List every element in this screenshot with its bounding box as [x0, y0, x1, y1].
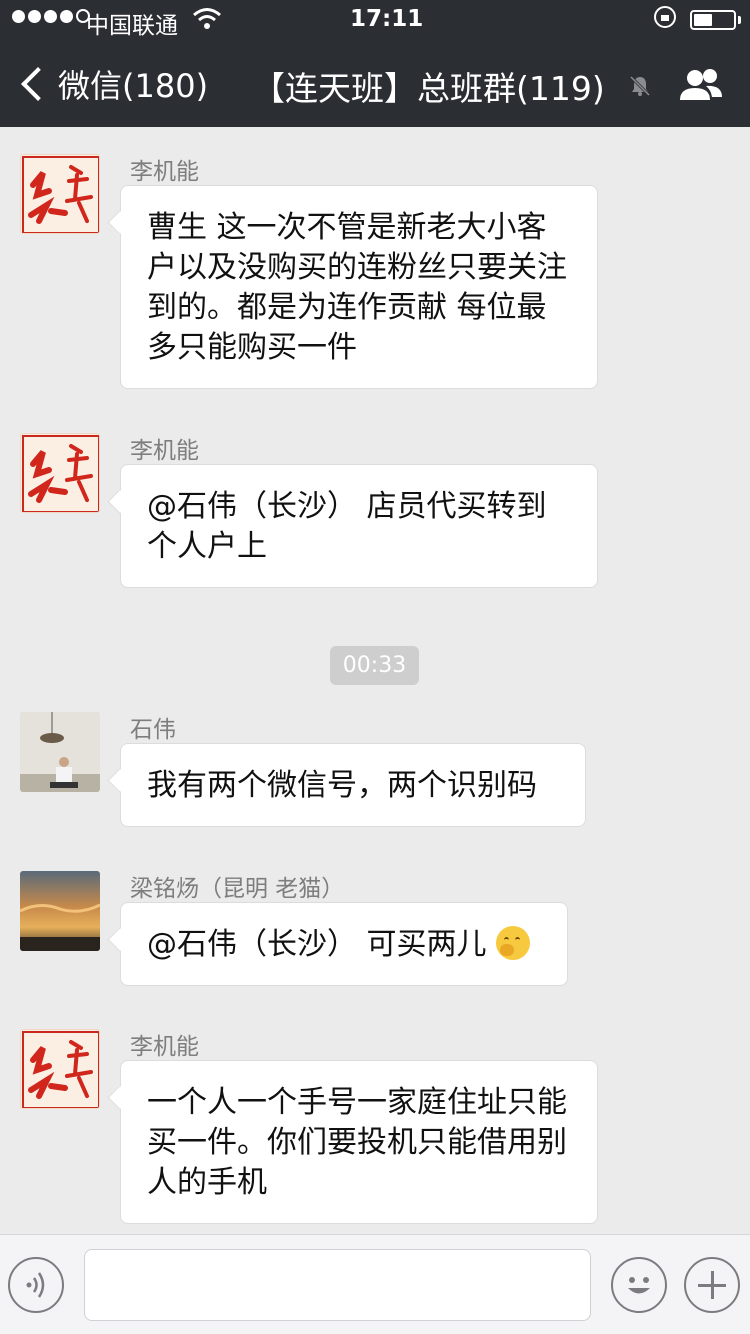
battery-tip [738, 16, 741, 24]
clock: 17:11 [350, 6, 424, 32]
group-members-icon[interactable] [678, 66, 724, 106]
sender-name: 李机能 [130, 438, 199, 464]
message-bubble[interactable]: 我有两个微信号，两个识别码 [120, 743, 586, 827]
emoji-icon [628, 1277, 650, 1294]
chevron-left-icon [21, 67, 55, 101]
sender-name: 梁铭炀（昆明 老猫） [130, 876, 345, 902]
chat-title: 【连天班】总班群(119) [252, 69, 605, 108]
message-text: 曹生 这一次不管是新老大小客户以及没购买的连粉丝只要关注到的。都是为连作贡献 每… [147, 210, 567, 365]
avatar[interactable] [20, 154, 100, 234]
sender-name: 石伟 [130, 717, 176, 743]
message-input[interactable] [84, 1249, 591, 1321]
carrier-label: 中国联通 [86, 13, 178, 39]
avatar[interactable] [20, 433, 100, 513]
message-bubble[interactable]: 一个人一个手号一家庭住址只能买一件。你们要投机只能借用别人的手机 [120, 1060, 598, 1224]
avatar[interactable] [20, 712, 100, 792]
emoji-button[interactable] [611, 1257, 667, 1313]
back-label: 微信(180) [58, 67, 209, 105]
avatar[interactable] [20, 1029, 100, 1109]
message-bubble[interactable]: @石伟（长沙） 可买两儿 [120, 902, 568, 986]
thinking-face-emoji-icon [496, 926, 531, 960]
photo-avatar-sky-icon [20, 871, 100, 951]
message-text: 一个人一个手号一家庭住址只能买一件。你们要投机只能借用别人的手机 [147, 1085, 567, 1200]
navigation-bar: 微信(180) 【连天班】总班群(119) [0, 40, 750, 127]
bell-muted-icon [629, 75, 651, 97]
signal-strength-icon [12, 9, 90, 23]
red-calligraphy-avatar-icon [22, 1031, 99, 1108]
sender-name: 李机能 [130, 1034, 199, 1060]
battery-icon [690, 10, 736, 30]
chat-area[interactable]: 李机能 曹生 这一次不管是新老大小客户以及没购买的连粉丝只要关注到的。都是为连作… [0, 127, 750, 1234]
red-calligraphy-avatar-icon [22, 435, 99, 512]
rotation-lock-icon [654, 6, 676, 28]
message-text: @石伟（长沙） 可买两儿 [147, 927, 487, 962]
message-bubble[interactable]: @石伟（长沙） 店员代买转到个人户上 [120, 464, 598, 588]
message-bubble[interactable]: 曹生 这一次不管是新老大小客户以及没购买的连粉丝只要关注到的。都是为连作贡献 每… [120, 185, 598, 389]
message-text: 我有两个微信号，两个识别码 [147, 768, 537, 803]
avatar[interactable] [20, 871, 100, 951]
red-calligraphy-avatar-icon [22, 156, 99, 233]
back-button[interactable]: 微信(180) [16, 62, 208, 106]
input-bar [0, 1234, 750, 1334]
wifi-icon [193, 8, 221, 29]
voice-button[interactable] [8, 1257, 64, 1313]
status-bar: 中国联通 17:11 [0, 0, 750, 40]
sender-name: 李机能 [130, 159, 199, 185]
photo-avatar-room-icon [20, 712, 100, 792]
more-button[interactable] [684, 1257, 740, 1313]
message-text: @石伟（长沙） 店员代买转到个人户上 [147, 489, 547, 564]
timestamp-divider: 00:33 [330, 646, 419, 685]
voice-icon [26, 1272, 45, 1298]
